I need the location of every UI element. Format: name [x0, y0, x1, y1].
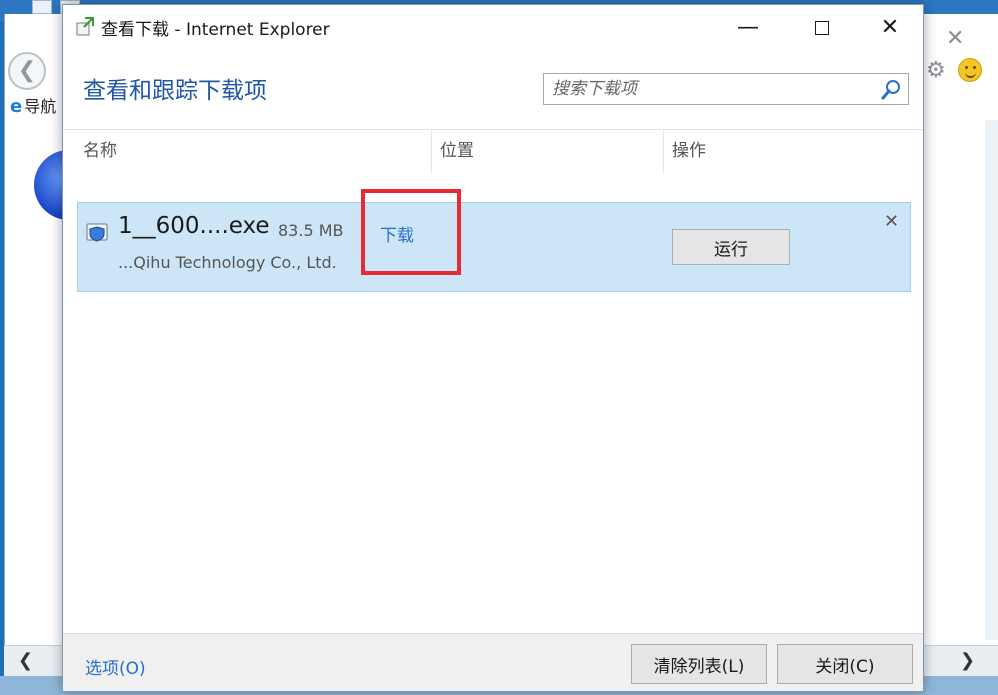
view-downloads-dialog: 查看下载 - Internet Explorer — ✕ 查看和跟踪下载项 名称… — [62, 4, 924, 692]
column-name[interactable]: 名称 — [83, 130, 117, 174]
background-browser-tab[interactable]: e 导航 — [10, 94, 70, 120]
column-header: 名称 位置 操作 — [63, 129, 923, 174]
title-bar[interactable]: 查看下载 - Internet Explorer — ✕ — [63, 5, 923, 49]
options-link[interactable]: 选项(O) — [85, 654, 146, 679]
download-item[interactable]: 1__600....exe 83.5 MB ...Qihu Technology… — [77, 202, 911, 292]
dialog-footer: 选项(O) 清除列表(L) 关闭(C) — [63, 633, 923, 691]
file-size: 83.5 MB — [278, 221, 344, 240]
search-box[interactable] — [543, 73, 909, 105]
file-name: 1__600....exe — [118, 213, 270, 239]
file-publisher: ...Qihu Technology Co., Ltd. — [118, 253, 337, 272]
maximize-icon — [815, 21, 829, 35]
minimize-button[interactable]: — — [731, 13, 765, 43]
internet-explorer-icon: e — [10, 96, 23, 117]
background-tab-label: 导航 — [24, 97, 57, 116]
column-actions[interactable]: 操作 — [663, 130, 706, 174]
page-heading: 查看和跟踪下载项 — [83, 78, 267, 104]
maximize-button[interactable] — [805, 13, 839, 43]
search-input[interactable] — [544, 74, 874, 104]
close-window-button[interactable]: ✕ — [873, 13, 907, 43]
back-arrow-icon[interactable]: ❮ — [8, 52, 46, 90]
clear-list-button[interactable]: 清除列表(L) — [631, 644, 767, 684]
column-location[interactable]: 位置 — [431, 130, 474, 174]
smiley-icon[interactable] — [958, 58, 982, 82]
background-tab-1 — [32, 0, 52, 14]
background-close-icon[interactable]: ✕ — [946, 26, 964, 51]
scroll-right-icon[interactable]: ❯ — [960, 650, 975, 671]
run-button[interactable]: 运行 — [672, 229, 790, 265]
remove-item-icon[interactable]: ✕ — [884, 211, 899, 232]
search-icon[interactable] — [880, 79, 902, 101]
gear-icon[interactable]: ⚙ — [926, 58, 946, 83]
annotation-highlight-box — [361, 189, 461, 275]
window-title: 查看下载 - Internet Explorer — [101, 20, 330, 40]
installer-file-icon — [86, 223, 108, 242]
scroll-left-icon[interactable]: ❮ — [18, 650, 33, 671]
download-manager-icon — [76, 17, 94, 36]
close-button[interactable]: 关闭(C) — [777, 644, 913, 684]
background-right-edge — [985, 120, 998, 640]
